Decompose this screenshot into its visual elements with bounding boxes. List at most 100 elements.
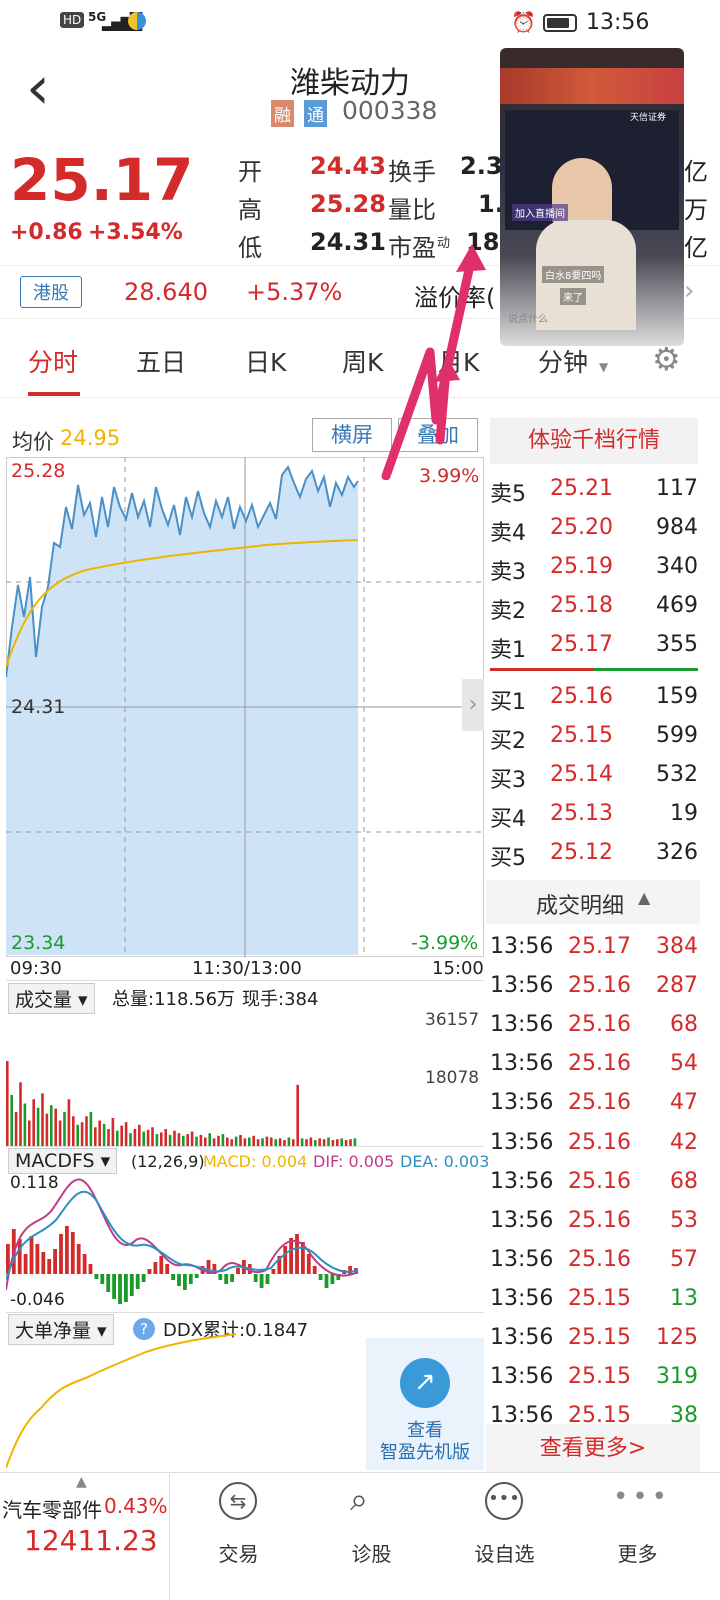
promo-panel[interactable]: ↗ 查看 智盈先机版 (366, 1338, 484, 1470)
unit-yi-1: 亿 (684, 158, 708, 186)
bid-row[interactable]: 买2 25.15 599 (490, 717, 698, 755)
ask-row[interactable]: 卖4 25.20 984 (490, 509, 698, 547)
trade-time: 13:56 (490, 973, 554, 999)
last-price: 25.17 (10, 146, 194, 214)
trade-row: 13:56 25.16 47 (490, 1084, 698, 1122)
time-mid: 11:30/13:00 (192, 958, 302, 979)
trade-row: 13:56 25.15 125 (490, 1319, 698, 1357)
nav-diagnose[interactable]: ⌕ 诊股 (305, 1476, 438, 1600)
bid-row[interactable]: 买1 25.16 159 (490, 678, 698, 716)
trade-row: 13:56 25.15 319 (490, 1358, 698, 1396)
pip-comment: 白水8要四吗 (542, 266, 605, 283)
bid-label: 买1 (490, 690, 526, 715)
trade-volume: 42 (670, 1129, 698, 1155)
ask-row[interactable]: 卖2 25.18 469 (490, 587, 698, 625)
trade-icon: ⇆ (219, 1482, 257, 1520)
view-more-button[interactable]: 查看更多> (486, 1424, 700, 1474)
trade-row: 13:56 25.16 287 (490, 967, 698, 1005)
ask-label: 卖4 (490, 521, 526, 546)
tab-minute[interactable]: 分钟 (538, 343, 588, 379)
ask-price: 25.18 (550, 593, 613, 618)
trade-row: 13:56 25.16 68 (490, 1163, 698, 1201)
tab-daily-k[interactable]: 日K (245, 343, 286, 379)
volume-selector-label: 成交量 (15, 989, 73, 1011)
nav-more-label: 更多 (617, 1542, 658, 1566)
trade-volume: 13 (670, 1285, 698, 1311)
ask-volume: 469 (656, 593, 698, 618)
volume-now: 现手:384 (242, 989, 319, 1010)
trade-volume: 68 (670, 1168, 698, 1194)
avg-label: 均价 (12, 430, 54, 454)
bottom-pct-label: -3.99% (411, 932, 479, 954)
macd-params: (12,26,9) (131, 1152, 205, 1171)
turnover-label: 换手 (388, 158, 436, 186)
ddx-chart (6, 1333, 237, 1469)
ask-row[interactable]: 卖3 25.19 340 (490, 548, 698, 586)
trades-title: 成交明细 (536, 894, 625, 919)
bid-price: 25.13 (550, 801, 613, 826)
pip-input[interactable]: 说点什么 (508, 310, 548, 325)
bid-label: 买2 (490, 729, 526, 754)
stock-code: 000338 (342, 96, 438, 125)
nav-add-watchlist[interactable]: ••• 设自选 (438, 1476, 571, 1600)
nav-more[interactable]: ••• 更多 (571, 1476, 704, 1600)
bid-volume: 532 (656, 762, 698, 787)
trade-volume: 384 (656, 934, 698, 959)
intraday-chart[interactable]: › (6, 457, 484, 957)
nav-trade[interactable]: ⇆ 交易 (172, 1476, 305, 1600)
unit-yi-2: 亿 (684, 234, 708, 262)
pip-join-msg: 加入直播间 (512, 204, 568, 221)
sector-pct: 0.43% (104, 1494, 168, 1518)
trade-price: 25.15 (568, 1325, 631, 1350)
diagnose-icon: ⌕ (350, 1480, 368, 1518)
time-end: 15:00 (432, 958, 484, 979)
live-stream-pip[interactable]: 天信证券 加入直播间 白水8要四吗 来了 说点什么 (500, 48, 684, 346)
ask-price: 25.21 (550, 476, 613, 501)
trade-row: 13:56 25.15 13 (490, 1280, 698, 1318)
volume-selector[interactable]: 成交量 ▾ (8, 983, 95, 1014)
volume-total: 总量:118.56万 (112, 989, 236, 1010)
bid-row[interactable]: 买5 25.12 326 (490, 834, 698, 872)
ask-volume: 340 (656, 554, 698, 579)
tab-weekly-k[interactable]: 周K (342, 343, 383, 379)
open-label: 开 (238, 158, 262, 186)
spread-divider-green (594, 668, 698, 671)
trade-row: 13:56 25.16 53 (490, 1202, 698, 1240)
annotation-arrow (381, 244, 486, 480)
trade-volume: 319 (656, 1364, 698, 1390)
ask-volume: 117 (656, 476, 698, 501)
back-button[interactable]: ‹ (26, 58, 50, 118)
open-value: 24.43 (310, 152, 386, 180)
ask-row[interactable]: 卖1 25.17 355 (490, 626, 698, 664)
ask-price: 25.17 (550, 632, 613, 657)
trade-time: 13:56 (490, 1207, 554, 1233)
bottom-price-label: 23.34 (11, 932, 66, 954)
bid-price: 25.15 (550, 723, 613, 748)
tab-five-day[interactable]: 五日 (136, 343, 186, 379)
sector-widget[interactable]: ▲ 汽车零部件 0.43% 12411.23 (0, 1474, 170, 1600)
hk-price: 28.640 (124, 278, 208, 306)
hd-icon: HD (60, 12, 85, 28)
ask-row[interactable]: 卖5 25.21 117 (490, 470, 698, 508)
trade-price: 25.16 (568, 1129, 631, 1155)
app-notification-icon (128, 12, 146, 30)
spread-divider (490, 668, 594, 671)
trade-price: 25.16 (568, 1090, 631, 1116)
trade-volume: 53 (670, 1207, 698, 1233)
nav-diagnose-label: 诊股 (351, 1542, 392, 1566)
bid-row[interactable]: 买3 25.14 532 (490, 756, 698, 794)
bid-label: 买5 (490, 846, 526, 871)
bid-price: 25.14 (550, 762, 613, 787)
trades-header[interactable]: 成交明细 ▲ (486, 880, 700, 924)
trade-volume: 54 (670, 1051, 698, 1077)
trade-time: 13:56 (490, 1285, 554, 1311)
macd-value: MACD: 0.004 (203, 1152, 308, 1171)
unit-wan: 万 (684, 196, 708, 224)
time-start: 09:30 (10, 958, 62, 979)
low-label: 低 (238, 234, 262, 262)
ask-label: 卖1 (490, 638, 526, 663)
caret-up-small-icon: ▲ (76, 1474, 87, 1490)
tab-intraday[interactable]: 分时 (28, 343, 78, 379)
bid-row[interactable]: 买4 25.13 19 (490, 795, 698, 833)
thousand-level-button[interactable]: 体验千档行情 (490, 418, 698, 464)
